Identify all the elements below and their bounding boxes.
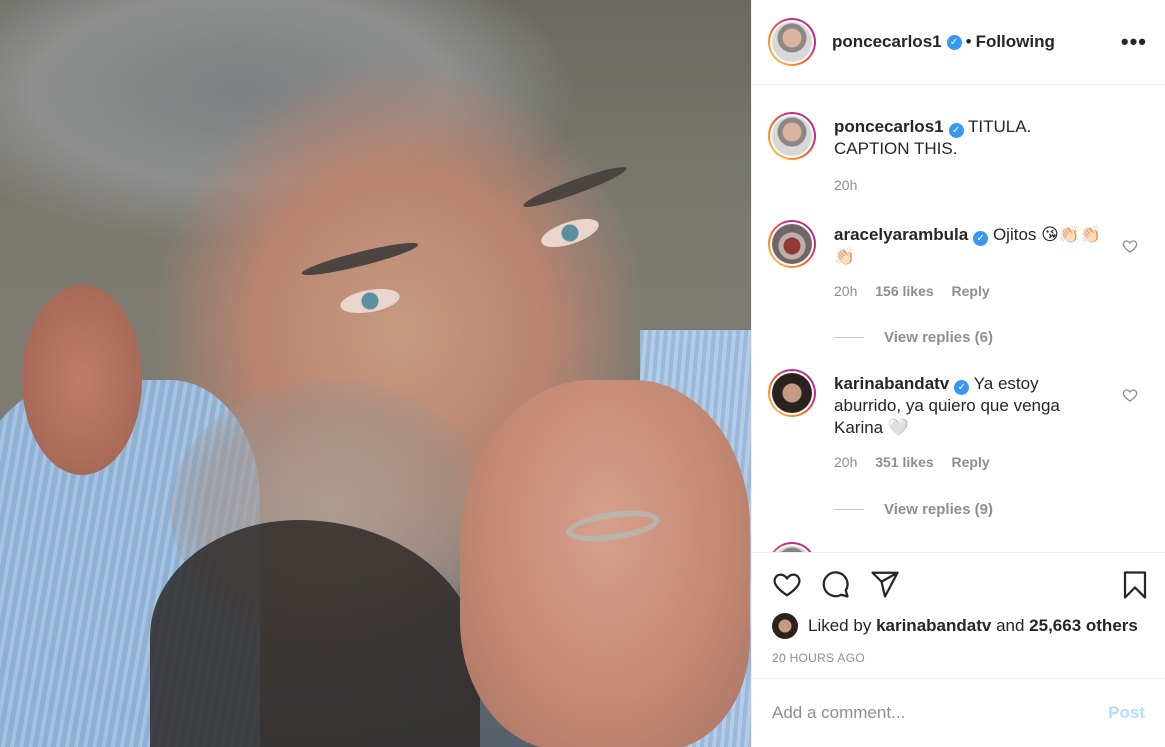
- comment-username[interactable]: karinabandatv: [834, 374, 949, 393]
- more-horizontal-icon[interactable]: •••: [1121, 29, 1147, 55]
- view-replies-button[interactable]: View replies (9): [834, 501, 993, 518]
- comment-avatar[interactable]: [768, 369, 816, 417]
- photo-hand: [460, 380, 750, 747]
- comment-likes[interactable]: 351 likes: [875, 454, 933, 470]
- caption-time: 20h: [834, 177, 858, 193]
- verified-badge-icon: ✓: [946, 34, 962, 50]
- post-side-panel: poncecarlos1 ✓ • Following ••• poncecarl…: [751, 0, 1165, 747]
- post-header: poncecarlos1 ✓ • Following •••: [752, 0, 1165, 85]
- view-replies-label: View replies (6): [884, 329, 993, 346]
- post-comment-button[interactable]: Post: [1108, 703, 1145, 723]
- comment-icon[interactable]: [820, 569, 850, 599]
- photo-brow-left: [300, 237, 420, 281]
- reply-button[interactable]: Reply: [952, 283, 990, 299]
- liked-by-joiner: and: [996, 616, 1025, 635]
- post-timestamp[interactable]: 20 HOURS AGO: [772, 651, 865, 665]
- post-photo[interactable]: [0, 0, 751, 747]
- add-comment-bar: Post: [752, 678, 1165, 747]
- caption-username[interactable]: poncecarlos1: [834, 117, 944, 136]
- bookmark-icon[interactable]: [1120, 569, 1150, 601]
- liker-avatar[interactable]: [772, 613, 798, 639]
- comment-like-heart-icon[interactable]: [1122, 387, 1138, 403]
- comment-item: karinabandatv ✓ Ya estoy aburrido, ya qui…: [768, 369, 1148, 473]
- verified-badge-icon: ✓: [948, 123, 964, 138]
- comment-time: 20h: [834, 283, 858, 299]
- liked-by-prefix: Liked by: [808, 616, 872, 635]
- next-comment-avatar: [768, 542, 816, 552]
- comments-list: poncecarlos1 ✓ TITULA. CAPTION THIS. 20h …: [752, 86, 1165, 552]
- heart-icon[interactable]: [772, 569, 802, 599]
- reply-button[interactable]: Reply: [952, 454, 990, 470]
- comment-like-heart-icon[interactable]: [1122, 238, 1138, 254]
- photo-brow-right: [520, 161, 630, 213]
- verified-badge-icon: ✓: [973, 231, 989, 246]
- comment-username[interactable]: aracelyarambula: [834, 225, 968, 244]
- comment-avatar[interactable]: [768, 220, 816, 268]
- following-button[interactable]: Following: [976, 32, 1055, 52]
- comment-item: aracelyarambula ✓ Ojitos 😘👏🏻👏🏻👏🏻 20h 156 …: [768, 220, 1148, 302]
- post-actions: Liked by karinabandatv and 25,663 others…: [752, 552, 1165, 677]
- author-avatar[interactable]: [768, 18, 816, 66]
- add-comment-input[interactable]: [772, 703, 1109, 723]
- liked-by-others[interactable]: 25,663 others: [1029, 616, 1138, 636]
- photo-eye-right: [538, 213, 602, 253]
- verified-badge-icon: ✓: [954, 380, 970, 395]
- photo-ear: [22, 285, 142, 475]
- liked-by: Liked by karinabandatv and 25,663 others: [772, 613, 1138, 639]
- view-replies-button[interactable]: View replies (6): [834, 329, 993, 346]
- caption: poncecarlos1 ✓ TITULA. CAPTION THIS. 20h: [768, 112, 1148, 196]
- liked-by-user[interactable]: karinabandatv: [876, 616, 991, 636]
- header-separator: •: [965, 32, 972, 51]
- paper-plane-icon[interactable]: [870, 569, 900, 599]
- caption-avatar[interactable]: [768, 112, 816, 160]
- comment-time: 20h: [834, 454, 858, 470]
- author-username[interactable]: poncecarlos1: [832, 32, 942, 52]
- photo-eye-left: [338, 284, 402, 318]
- view-replies-label: View replies (9): [884, 501, 993, 518]
- comment-likes[interactable]: 156 likes: [875, 283, 933, 299]
